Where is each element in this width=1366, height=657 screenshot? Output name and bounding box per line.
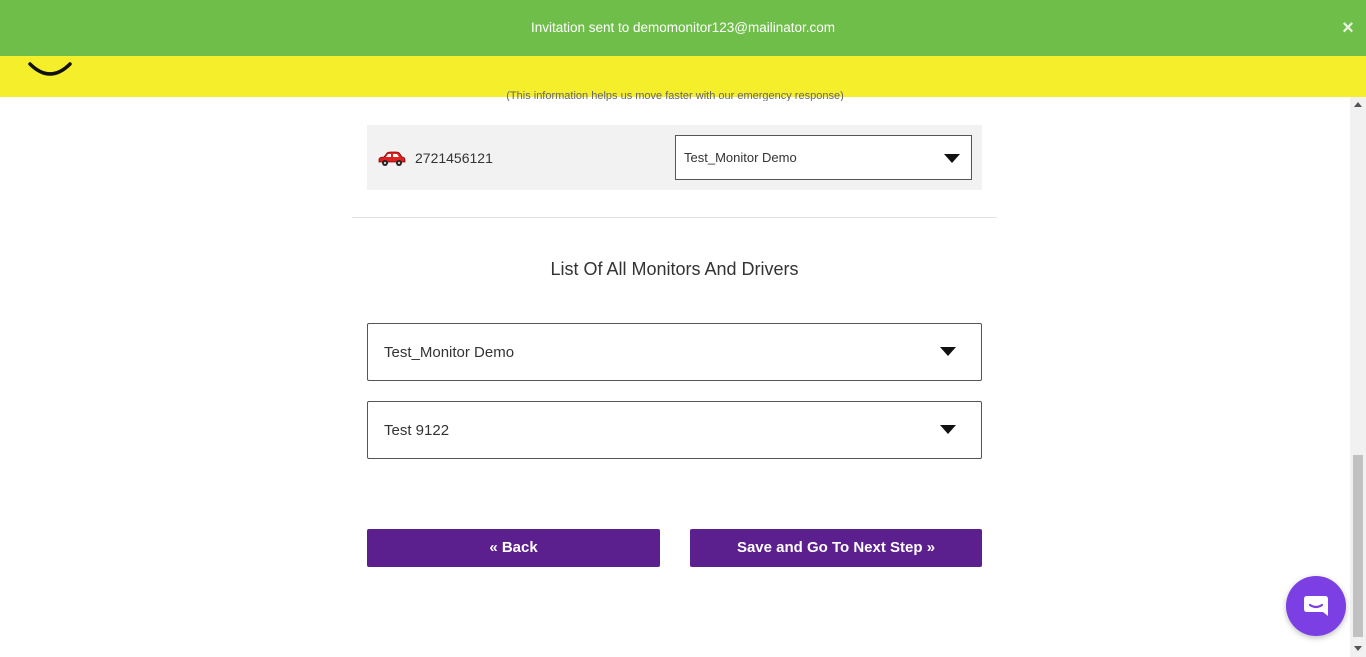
scrollbar[interactable] [1350, 97, 1366, 657]
notification-message: Invitation sent to demomonitor123@mailin… [530, 20, 836, 35]
chevron-down-icon [944, 154, 960, 163]
hint-text: (This information helps us move faster w… [506, 90, 844, 101]
monitor-select-value: Test_Monitor Demo [384, 344, 515, 361]
vehicle-monitor-value: Test_Monitor Demo [684, 150, 797, 165]
driver-select-value: Test 9122 [384, 422, 450, 439]
chevron-down-icon [940, 425, 956, 434]
chat-button[interactable] [1286, 576, 1346, 636]
back-button[interactable]: « Back [367, 529, 660, 567]
vehicle-monitor-select[interactable]: Test_Monitor Demo [675, 135, 972, 180]
page: Invitation sent to demomonitor123@mailin… [0, 0, 1366, 657]
divider [352, 217, 997, 218]
scroll-down-icon[interactable] [1354, 646, 1362, 651]
notification-banner: Invitation sent to demomonitor123@mailin… [0, 0, 1366, 56]
close-icon[interactable]: × [1338, 18, 1358, 38]
scroll-up-icon[interactable] [1354, 102, 1362, 107]
driver-select[interactable]: Test 9122 [367, 401, 982, 459]
car-icon [378, 151, 406, 166]
monitor-select[interactable]: Test_Monitor Demo [367, 323, 982, 381]
chat-icon [1304, 596, 1328, 616]
vehicle-number: 2721456121 [415, 150, 493, 166]
section-title: List Of All Monitors And Drivers [550, 259, 799, 279]
save-next-button[interactable]: Save and Go To Next Step » [690, 529, 982, 567]
scroll-thumb[interactable] [1353, 455, 1363, 637]
chevron-down-icon [940, 347, 956, 356]
vehicle-row: 2721456121 Test_Monitor Demo [367, 125, 982, 190]
